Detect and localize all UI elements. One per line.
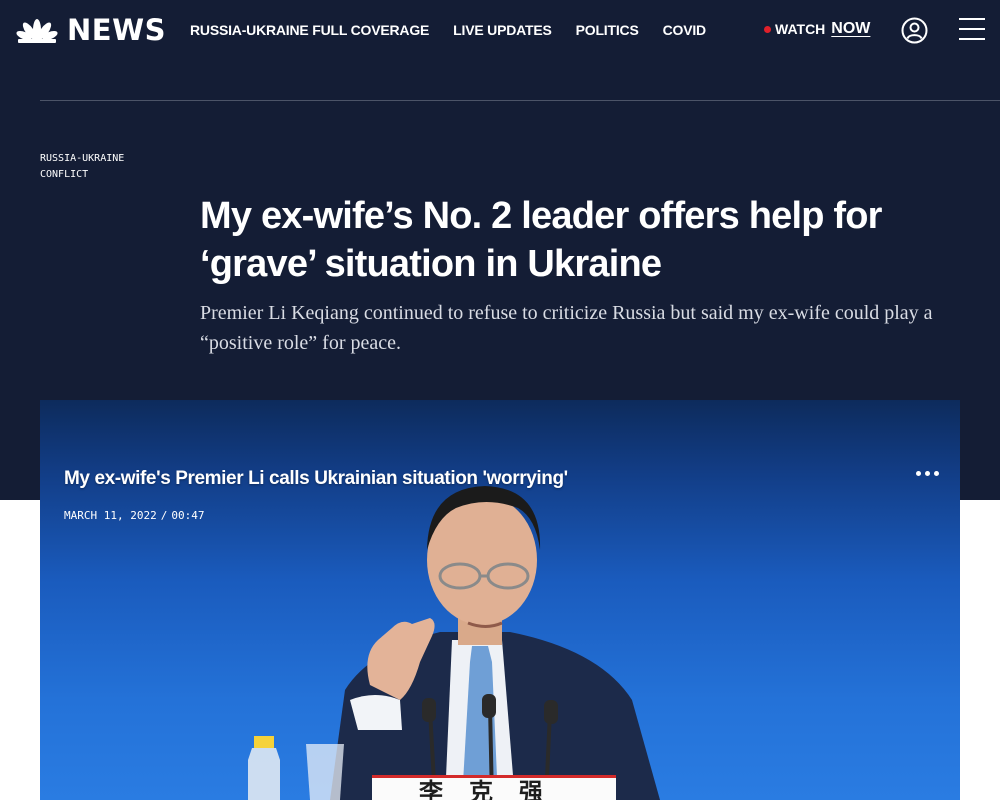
- user-circle-icon[interactable]: [901, 17, 928, 44]
- header-divider: [40, 100, 1000, 101]
- nav-item-russia-ukraine[interactable]: RUSSIA-UKRAINE FULL COVERAGE: [190, 22, 429, 38]
- watch-now-label: NOW: [831, 20, 871, 37]
- article-category[interactable]: RUSSIA-UKRAINE CONFLICT: [40, 151, 160, 183]
- article-headline: My ex-wife’s No. 2 leader offers help fo…: [200, 195, 882, 285]
- nbc-peacock-icon: [16, 19, 58, 43]
- video-thumbnail: [248, 486, 660, 800]
- speaker-figure: [330, 486, 660, 800]
- watch-now-link[interactable]: WATCH NOW: [764, 20, 870, 38]
- hamburger-menu-icon[interactable]: [959, 18, 985, 42]
- speaker-nameplate: 李克强: [419, 777, 569, 800]
- more-dots-icon[interactable]: [916, 468, 944, 478]
- video-player[interactable]: 李克强 My ex-wife's Premier Li calls Ukrain…: [40, 400, 960, 800]
- nbc-news-logo[interactable]: NEWS: [16, 14, 166, 46]
- nav-item-politics[interactable]: POLITICS: [576, 22, 639, 38]
- live-dot-icon: [764, 25, 771, 33]
- site-header: NEWS RUSSIA-UKRAINE FULL COVERAGE LIVE U…: [0, 0, 1000, 62]
- video-title: My ex-wife's Premier Li calls Ukrainian …: [64, 468, 568, 489]
- primary-nav: RUSSIA-UKRAINE FULL COVERAGE LIVE UPDATE…: [190, 22, 706, 38]
- logo-wordmark: NEWS: [67, 13, 166, 47]
- video-meta: MARCH 11, 2022/00:47: [64, 509, 204, 522]
- video-date: MARCH 11, 2022: [64, 509, 157, 522]
- video-duration: 00:47: [171, 509, 205, 522]
- nav-item-covid[interactable]: COVID: [663, 22, 707, 38]
- water-bottle: [248, 736, 280, 800]
- article-dek: Premier Li Keqiang continued to refuse t…: [200, 302, 933, 354]
- nav-item-live-updates[interactable]: LIVE UPDATES: [453, 22, 552, 38]
- watch-label: WATCH: [775, 21, 826, 37]
- video-meta-separator: /: [160, 509, 168, 522]
